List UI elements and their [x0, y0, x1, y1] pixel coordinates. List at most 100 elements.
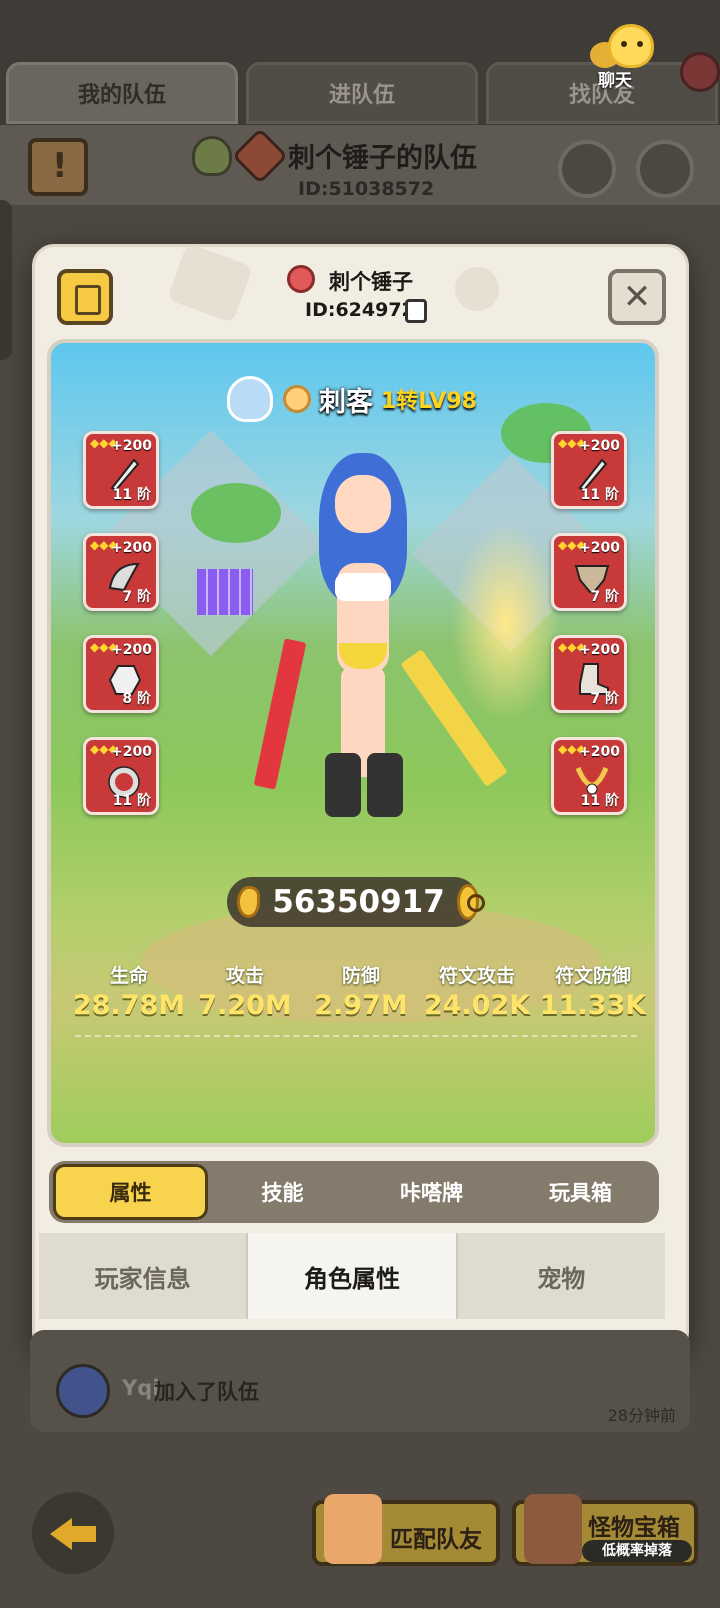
equip-plus: +200 [579, 438, 620, 454]
equip-tier: 11 阶 [112, 793, 151, 809]
stat-hp: 生命 28.78M [71, 961, 187, 1021]
key-icon [287, 265, 315, 293]
character-model [313, 453, 413, 823]
notification-bell-icon[interactable] [680, 52, 720, 92]
avatar [56, 1364, 110, 1418]
player-name: 刺个锤子 [329, 270, 413, 294]
tab-skills[interactable]: 技能 [208, 1164, 357, 1220]
equip-tier: 7 阶 [590, 589, 619, 605]
power-arm-icon [237, 886, 261, 918]
equip-slot-right-2[interactable]: ◆◆◆ +200 7 阶 [551, 533, 627, 611]
match-label: 匹配队友 [390, 1527, 482, 1553]
modal-decoration [166, 242, 254, 324]
notice-scroll-icon[interactable] [28, 138, 88, 196]
chat-label: 聊天 [598, 71, 632, 91]
equip-plus: +200 [111, 438, 152, 454]
stat-rune-attack: 符文攻击 24.02K [419, 961, 535, 1021]
stat-value: 2.97M [314, 990, 408, 1021]
stat-label: 符文防御 [554, 965, 631, 987]
search-icon[interactable] [456, 884, 486, 920]
tab-join-team[interactable]: 进队伍 [246, 62, 478, 124]
character-face [335, 475, 391, 533]
character-boot [367, 753, 403, 817]
team-title: 刺个锤子的队伍 [288, 143, 477, 174]
tab-toybox[interactable]: 玩具箱 [506, 1164, 655, 1220]
magic-cube-pet [197, 569, 253, 615]
monster-chest-button[interactable]: 怪物宝箱 低概率掉落 [512, 1494, 698, 1566]
edit-profile-button[interactable] [57, 269, 113, 325]
star-rating: ◆◆◆ [558, 640, 586, 654]
equip-tier: 11 阶 [580, 793, 619, 809]
class-name: 刺客 [319, 386, 373, 418]
assassin-class-icon [283, 385, 311, 413]
equip-tier: 7 阶 [590, 691, 619, 707]
chat-button[interactable]: 聊天 [584, 24, 674, 91]
character-boot [325, 753, 361, 817]
stat-label: 防御 [341, 965, 380, 987]
stat-rune-defense: 符文防御 11.33K [535, 961, 651, 1021]
equip-slot-right-1[interactable]: ◆◆◆ +200 11 阶 [551, 431, 627, 509]
equip-tier: 8 阶 [122, 691, 151, 707]
rank-badge-icon [227, 376, 273, 422]
equip-plus: +200 [579, 642, 620, 658]
modal-decoration [455, 267, 499, 311]
equip-plus: +200 [579, 540, 620, 556]
equip-plus: +200 [111, 540, 152, 556]
equip-plus: +200 [111, 744, 152, 760]
equip-slot-left-4[interactable]: ◆◆◆ +200 11 阶 [83, 737, 159, 815]
star-rating: ◆◆◆ [558, 436, 586, 450]
star-rating: ◆◆◆ [90, 436, 118, 450]
close-button[interactable]: ✕ [608, 269, 666, 325]
class-level: 1转LV98 [381, 389, 477, 414]
stat-defense: 防御 2.97M [303, 961, 419, 1021]
match-avatar-icon [324, 1494, 382, 1564]
back-arrow-icon[interactable] [32, 1492, 114, 1574]
equip-slot-right-3[interactable]: ◆◆◆ +200 7 阶 [551, 635, 627, 713]
stat-label: 符文攻击 [438, 965, 515, 987]
stat-label: 生命 [109, 965, 148, 987]
tab-player-info[interactable]: 玩家信息 [39, 1233, 249, 1319]
exit-team-icon[interactable] [636, 140, 694, 198]
stat-value: 28.78M [72, 990, 186, 1021]
side-panel-edge [0, 200, 12, 360]
copy-id-icon[interactable] [405, 299, 427, 323]
character-scene: 刺客 1转LV98 ◆◆◆ +200 11 阶 ◆◆◆ +200 7 阶 ◆◆◆… [47, 339, 659, 1147]
feed-message: 加入了队伍 [154, 1380, 259, 1404]
class-info: 刺客 1转LV98 [227, 375, 477, 423]
profile-section-tabs: 玩家信息 角色属性 宠物 [39, 1233, 665, 1319]
boar-chest-icon [524, 1494, 582, 1564]
equip-slot-left-1[interactable]: ◆◆◆ +200 11 阶 [83, 431, 159, 509]
match-teammate-button[interactable]: 匹配队友 [312, 1494, 500, 1566]
stat-attack: 攻击 7.20M [187, 961, 303, 1021]
chest-label: 怪物宝箱 [588, 1515, 680, 1541]
equip-slot-right-4[interactable]: ◆◆◆ +200 11 阶 [551, 737, 627, 815]
stat-value: 24.02K [423, 990, 531, 1021]
player-id: ID:624972 [305, 299, 415, 321]
divider [75, 1035, 637, 1037]
tab-attributes[interactable]: 属性 [53, 1164, 208, 1220]
tab-pets[interactable]: 宠物 [457, 1233, 665, 1319]
star-rating: ◆◆◆ [90, 538, 118, 552]
equip-slot-left-2[interactable]: ◆◆◆ +200 7 阶 [83, 533, 159, 611]
star-rating: ◆◆◆ [90, 742, 118, 756]
red-sword [253, 638, 307, 790]
character-top [335, 573, 391, 601]
stats-row: 生命 28.78M 攻击 7.20M 防御 2.97M 符文攻击 24.02K … [71, 961, 651, 1021]
palm-tree [191, 483, 281, 543]
star-rating: ◆◆◆ [558, 538, 586, 552]
combat-power: 56350917 [227, 877, 486, 927]
detail-tabs: 属性 技能 咔嗒牌 玩具箱 [49, 1161, 659, 1223]
equip-slot-left-3[interactable]: ◆◆◆ +200 8 阶 [83, 635, 159, 713]
team-rank-badge-icon [192, 136, 232, 176]
settings-gear-icon[interactable] [558, 140, 616, 198]
tab-character-attributes[interactable]: 角色属性 [248, 1233, 458, 1319]
power-value: 56350917 [272, 884, 445, 920]
stat-label: 攻击 [225, 965, 264, 987]
equip-tier: 7 阶 [122, 589, 151, 605]
weapon-glow-effect [451, 523, 561, 723]
tab-cards[interactable]: 咔嗒牌 [357, 1164, 506, 1220]
star-rating: ◆◆◆ [90, 640, 118, 654]
tab-my-team[interactable]: 我的队伍 [6, 62, 238, 124]
chat-smiley-icon [608, 24, 654, 68]
equip-plus: +200 [579, 744, 620, 760]
